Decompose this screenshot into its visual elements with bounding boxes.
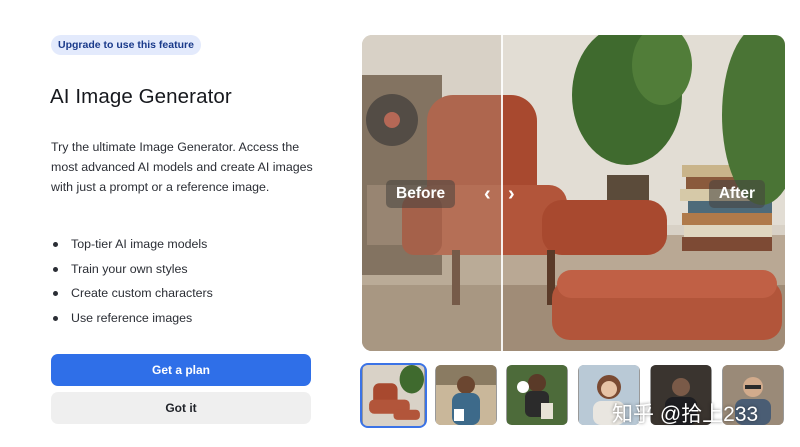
bullet-icon — [53, 291, 58, 296]
bullet-icon — [53, 266, 58, 272]
page-title: AI Image Generator — [50, 85, 232, 108]
feature-item: Train your own styles — [51, 260, 213, 285]
before-label: Before — [386, 180, 456, 208]
feature-item: Use reference images — [51, 309, 213, 334]
feature-item: Top-tier AI image models — [51, 235, 213, 260]
comparison-divider[interactable] — [501, 35, 503, 351]
chair-thumbnail-image — [363, 365, 424, 426]
bullet-icon — [53, 242, 58, 247]
thumbnail-chair[interactable] — [360, 363, 427, 428]
person-thumbnail-image — [436, 365, 496, 425]
chevron-right-icon[interactable]: › — [508, 184, 515, 204]
after-label: After — [708, 180, 765, 208]
watermark-text: 知乎 @拾上233 — [612, 403, 759, 426]
got-it-button[interactable]: Got it — [51, 392, 311, 424]
chevron-left-icon[interactable]: ‹ — [484, 184, 491, 204]
feature-description: Try the ultimate Image Generator. Access… — [51, 140, 313, 194]
thumbnail-person[interactable] — [435, 365, 497, 425]
thumbnail-soccer[interactable] — [506, 365, 568, 425]
get-a-plan-button[interactable]: Get a plan — [51, 354, 311, 386]
upgrade-badge: Upgrade to use this feature — [51, 35, 201, 55]
feature-list: Top-tier AI image models Train your own … — [51, 235, 213, 333]
before-after-preview[interactable]: Before After ‹ › — [362, 35, 785, 351]
feature-item: Create custom characters — [51, 284, 213, 309]
soccer-thumbnail-image — [507, 365, 567, 425]
bullet-icon — [53, 315, 58, 321]
